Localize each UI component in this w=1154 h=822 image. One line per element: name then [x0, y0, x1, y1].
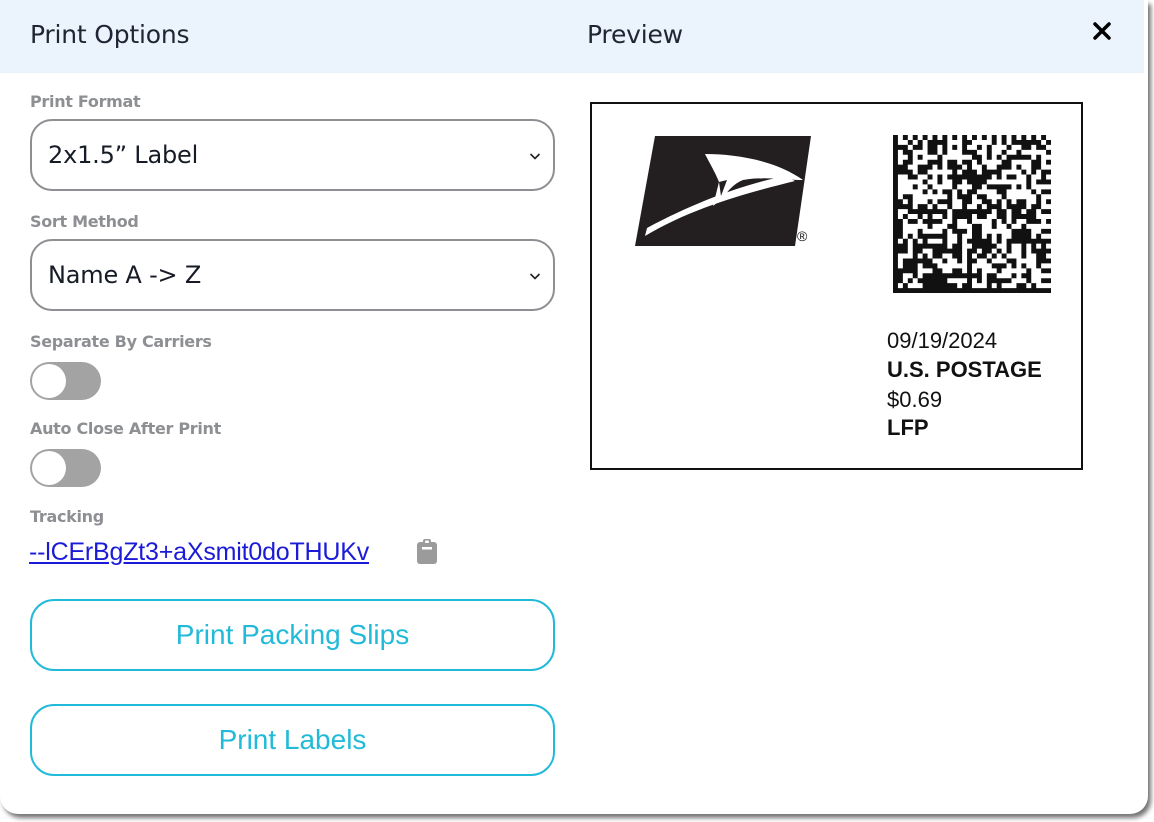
toggle-knob — [32, 451, 66, 485]
print-labels-button[interactable]: Print Labels — [30, 704, 555, 776]
separate-carriers-label: Separate By Carriers — [30, 332, 212, 351]
chevron-down-icon — [529, 273, 541, 280]
print-packing-slips-button[interactable]: Print Packing Slips — [30, 599, 555, 671]
chevron-down-icon — [529, 153, 541, 160]
postage-amount: $0.69 — [887, 387, 943, 412]
auto-close-toggle[interactable] — [30, 449, 101, 487]
print-dialog: Print Options Preview Print Format 2x1.5… — [0, 0, 1144, 808]
print-format-label: Print Format — [30, 92, 141, 111]
dialog-header: Print Options Preview — [0, 0, 1144, 73]
registered-mark: ® — [797, 228, 808, 244]
sort-method-label: Sort Method — [30, 212, 139, 231]
postage-service: LFP — [887, 415, 929, 440]
print-format-select[interactable]: 2x1.5” Label — [30, 119, 555, 191]
tracking-link[interactable]: --lCErBgZt3+aXsmit0doTHUKv — [29, 538, 369, 567]
separate-carriers-toggle[interactable] — [30, 362, 101, 400]
print-options-title: Print Options — [30, 20, 190, 49]
sort-method-value: Name A -> Z — [48, 261, 202, 289]
postage-title: U.S. POSTAGE — [887, 357, 1042, 382]
clipboard-icon[interactable] — [416, 538, 438, 565]
close-icon[interactable] — [1087, 16, 1117, 46]
tracking-label: Tracking — [30, 507, 104, 526]
toggle-knob — [32, 364, 66, 398]
postage-date: 09/19/2024 — [887, 328, 998, 353]
sort-method-select[interactable]: Name A -> Z — [30, 239, 555, 311]
auto-close-label: Auto Close After Print — [30, 419, 221, 438]
print-format-value: 2x1.5” Label — [48, 141, 199, 169]
preview-title: Preview — [587, 20, 683, 49]
datamatrix-barcode — [893, 135, 1051, 293]
label-preview: ® 09/19/2024 U.S. POSTAGE $0.69 LFP — [590, 102, 1083, 470]
